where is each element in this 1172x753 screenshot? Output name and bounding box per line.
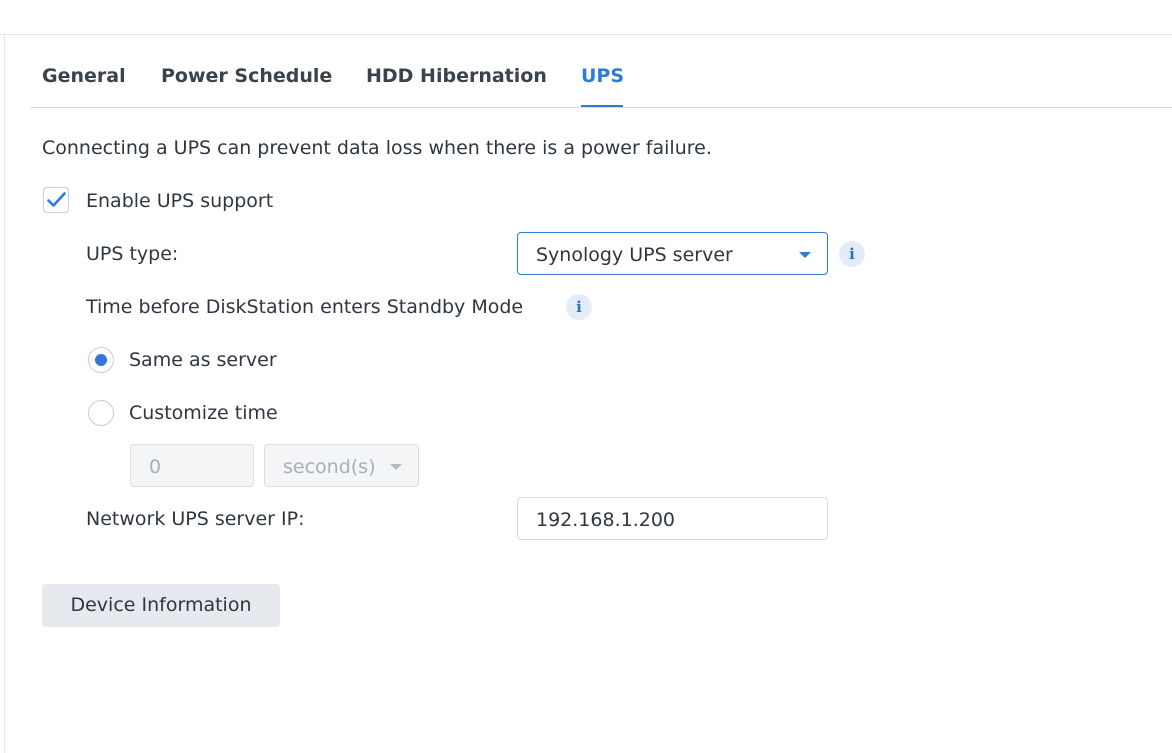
tab-general[interactable]: General xyxy=(42,65,126,87)
chevron-down-icon xyxy=(390,464,402,470)
info-icon[interactable]: i xyxy=(839,241,865,267)
server-ip-label: Network UPS server IP: xyxy=(86,508,305,530)
same-as-server-label[interactable]: Same as server xyxy=(129,349,277,371)
customize-time-label[interactable]: Customize time xyxy=(129,402,278,424)
customize-time-radio[interactable] xyxy=(88,400,114,426)
server-ip-input[interactable]: 192.168.1.200 xyxy=(517,497,828,540)
checkmark-icon xyxy=(47,192,66,207)
same-as-server-radio[interactable] xyxy=(88,347,114,373)
info-icon[interactable]: i xyxy=(566,294,592,320)
ups-type-value: Synology UPS server xyxy=(536,244,733,266)
left-divider xyxy=(4,35,5,753)
custom-time-value: 0 xyxy=(149,456,162,478)
tab-hdd-hibernation[interactable]: HDD Hibernation xyxy=(366,65,547,87)
custom-time-input[interactable]: 0 xyxy=(130,444,254,487)
standby-time-label: Time before DiskStation enters Standby M… xyxy=(86,296,524,318)
ups-description: Connecting a UPS can prevent data loss w… xyxy=(42,137,712,159)
radio-selected-dot xyxy=(95,354,107,366)
ups-type-label: UPS type: xyxy=(86,243,179,265)
device-information-button[interactable]: Device Information xyxy=(42,584,280,627)
power-settings-window: General Power Schedule HDD Hibernation U… xyxy=(0,0,1172,753)
tab-ups[interactable]: UPS xyxy=(581,65,624,87)
time-unit-value: second(s) xyxy=(283,456,376,478)
enable-ups-label[interactable]: Enable UPS support xyxy=(86,190,273,212)
tab-bar: General Power Schedule HDD Hibernation U… xyxy=(30,35,1172,108)
tab-power-schedule[interactable]: Power Schedule xyxy=(161,65,332,87)
active-tab-indicator xyxy=(581,105,623,107)
chevron-down-icon xyxy=(799,252,811,258)
enable-ups-checkbox[interactable] xyxy=(43,187,69,213)
server-ip-value: 192.168.1.200 xyxy=(536,509,676,531)
ups-type-select[interactable]: Synology UPS server xyxy=(517,232,828,275)
time-unit-select[interactable]: second(s) xyxy=(264,444,419,487)
